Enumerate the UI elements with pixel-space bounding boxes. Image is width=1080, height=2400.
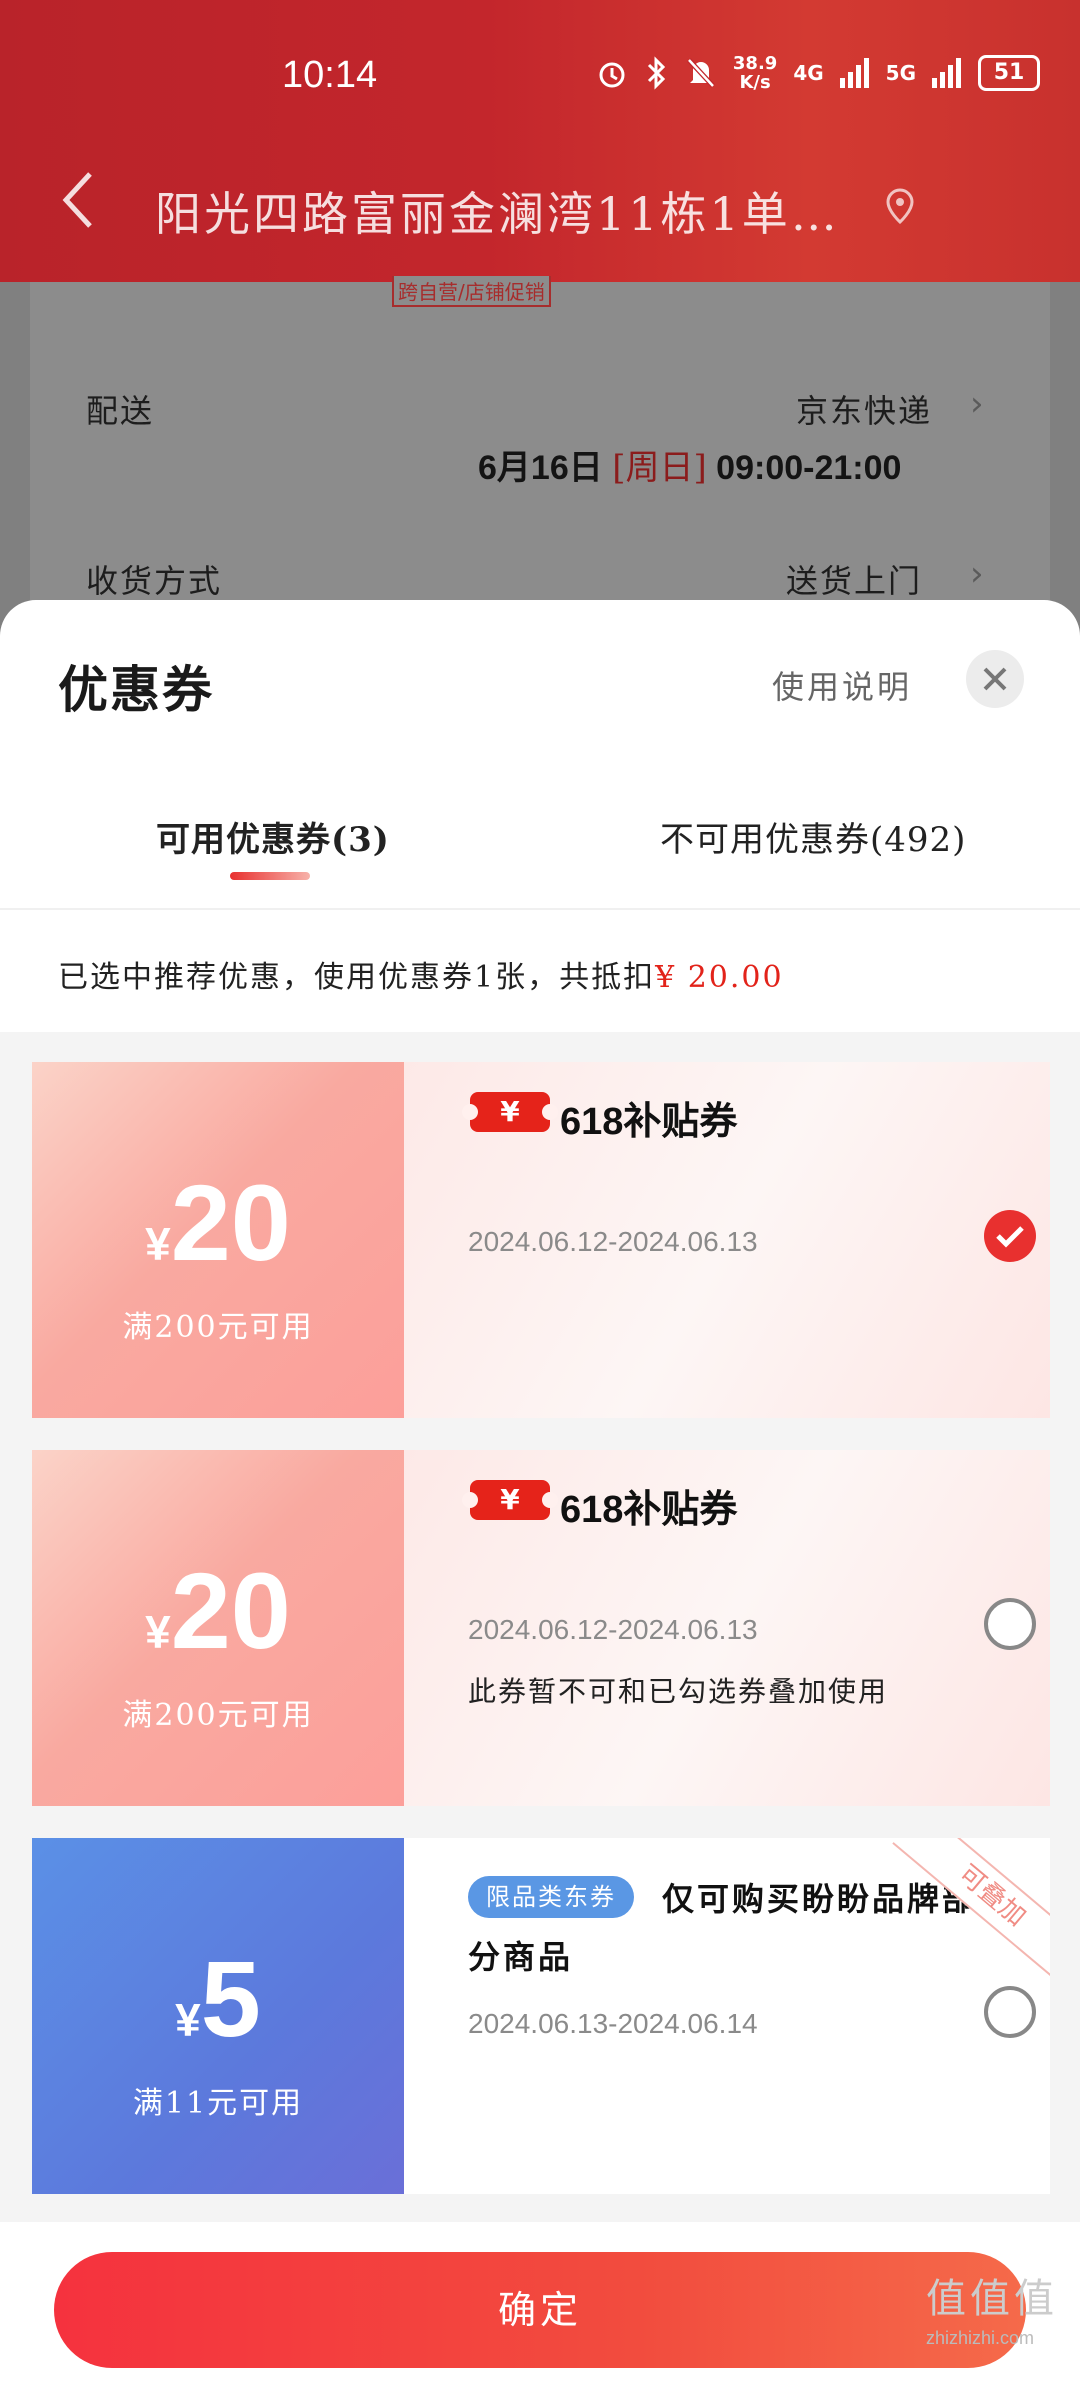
coupon-condition: 满200元可用 [122, 1698, 314, 1733]
bluetooth-icon [647, 56, 666, 90]
coupon-list: ¥20 满200元可用 ¥ 618补贴券 2024.06.12-2024.06.… [0, 1032, 1080, 2222]
tab-unavailable[interactable]: 不可用优惠券(492) [660, 812, 966, 861]
promo-tag: 跨自营/店铺促销 [392, 276, 551, 307]
chevron-right-icon[interactable]: › [970, 384, 984, 424]
coupon-date: 2024.06.12-2024.06.13 [468, 1614, 758, 1645]
sheet-title: 优惠券 [58, 660, 214, 719]
alarm-icon [599, 62, 625, 88]
coupon-detail-panel: ¥ 618补贴券 2024.06.12-2024.06.13 此券暂不可和已勾选… [404, 1450, 1050, 1806]
coupon-name: 仅可购买盼盼品牌部分商品 [468, 1880, 978, 1976]
tab-available[interactable]: 可用优惠券(3) [156, 812, 390, 861]
coupon-name: 618补贴券 [560, 1489, 738, 1531]
watermark-site: zhizhizhi.com [926, 2328, 1035, 2348]
watermark-logo: 值值值 [926, 2276, 1058, 2322]
coupon-detail-panel: 限品类东券 仅可购买盼盼品牌部分商品 2024.06.13-2024.06.14… [404, 1838, 1050, 2194]
status-bar: 10:14 38.9 K/s 4G 5G 51 [0, 40, 1080, 120]
status-time: 10:14 [282, 54, 378, 96]
location-pin-icon[interactable] [880, 186, 920, 226]
close-icon [983, 667, 1007, 691]
mute-icon [687, 58, 715, 88]
coupon-name: 618补贴券 [560, 1101, 738, 1143]
coupon-select-radio[interactable] [984, 1986, 1036, 2038]
coupon-select-radio[interactable] [984, 1210, 1036, 1262]
chevron-right-icon[interactable]: › [970, 554, 984, 594]
coupon-value-panel: ¥20 满200元可用 [32, 1062, 404, 1418]
coupon-card[interactable]: ¥20 满200元可用 ¥ 618补贴券 2024.06.12-2024.06.… [32, 1450, 1050, 1806]
net-speed: 38.9 K/s [732, 53, 778, 93]
receive-value[interactable]: 送货上门 [786, 556, 922, 602]
coupon-card[interactable]: ¥5 满11元可用 限品类东券 仅可购买盼盼品牌部分商品 2024.06.13-… [32, 1838, 1050, 2194]
coupon-amount: ¥5 [175, 1938, 261, 2059]
header-bar: 10:14 38.9 K/s 4G 5G 51 阳光四路富丽金澜湾11栋1单… [0, 0, 1080, 282]
coupon-date: 2024.06.12-2024.06.13 [468, 1226, 758, 1257]
coupon-date: 2024.06.13-2024.06.14 [468, 2008, 758, 2039]
battery-icon: 51 [978, 55, 1040, 91]
signal-bars-icon [839, 58, 869, 88]
coupon-note: 此券暂不可和已勾选券叠加使用 [468, 1675, 889, 1708]
signal-bars-icon [932, 58, 961, 88]
coupon-condition: 满11元可用 [132, 2086, 304, 2121]
divider [0, 908, 1080, 910]
coupon-select-radio[interactable] [984, 1598, 1036, 1650]
address-title[interactable]: 阳光四路富丽金澜湾11栋1单… [155, 178, 840, 244]
discount-amount: ¥ 20.00 [655, 960, 784, 995]
coupon-detail-panel: ¥ 618补贴券 2024.06.12-2024.06.13 [404, 1062, 1050, 1418]
coupon-yen-badge: ¥ [462, 1480, 558, 1520]
signal-5g: 5G [885, 61, 916, 85]
coupon-amount: ¥20 [145, 1162, 291, 1283]
delivery-label: 配送 [86, 392, 155, 430]
back-arrow-icon[interactable] [58, 170, 98, 230]
selection-summary: 已选中推荐优惠，使用优惠券1张，共抵扣¥ 20.00 [58, 960, 784, 995]
tab-indicator [230, 872, 310, 880]
coupon-condition: 满200元可用 [122, 1310, 314, 1345]
coupon-value-panel: ¥20 满200元可用 [32, 1450, 404, 1806]
coupon-yen-badge: ¥ [462, 1092, 558, 1132]
coupon-card[interactable]: ¥20 满200元可用 ¥ 618补贴券 2024.06.12-2024.06.… [32, 1062, 1050, 1418]
delivery-time: 6月16日 [周日] 09:00-21:00 [478, 448, 902, 488]
coupon-value-panel: ¥5 满11元可用 [32, 1838, 404, 2194]
delivery-value[interactable]: 京东快递 [796, 386, 932, 432]
confirm-button[interactable]: 确定 [54, 2252, 1026, 2368]
coupon-sheet: 优惠券 使用说明 可用优惠券(3) 不可用优惠券(492) 已选中推荐优惠，使用… [0, 600, 1080, 2400]
status-icons: 38.9 K/s 4G 5G 51 [595, 54, 1040, 92]
close-button[interactable] [966, 650, 1024, 708]
receive-label: 收货方式 [86, 562, 223, 600]
check-icon [996, 1226, 1024, 1248]
coupon-amount: ¥20 [145, 1550, 291, 1671]
signal-4g: 4G [793, 61, 824, 85]
usage-instructions-link[interactable]: 使用说明 [772, 662, 912, 708]
